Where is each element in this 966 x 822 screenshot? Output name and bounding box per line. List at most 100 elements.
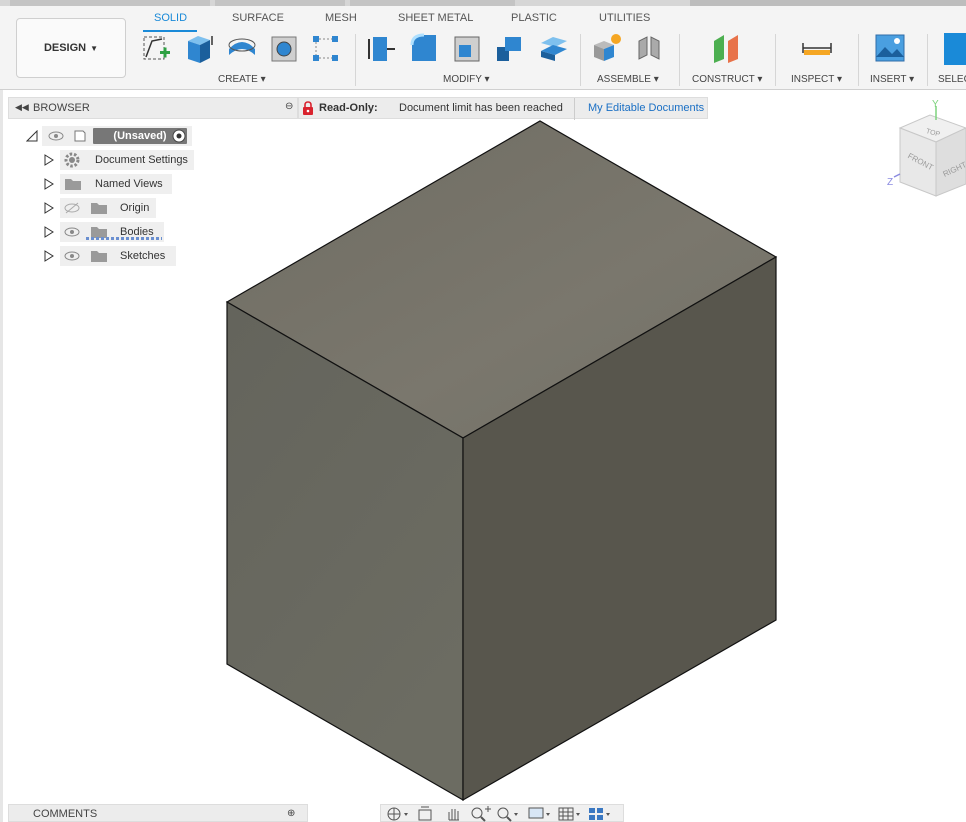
cube-right-face[interactable] <box>462 255 777 802</box>
tab-surface[interactable]: SURFACE <box>232 12 284 24</box>
read-only-banner: Read-Only: Document limit has been reach… <box>298 97 708 120</box>
canvas-viewport[interactable]: TOP FRONT RIGHT Y Z <box>0 0 966 822</box>
comments-panel: COMMENTS ⊕ <box>8 804 308 822</box>
browser-item-label: Named Views <box>95 178 163 190</box>
toolbar-divider <box>858 34 859 86</box>
read-only-label: Read-Only: <box>319 102 378 114</box>
folder-icon <box>90 201 108 218</box>
browser-item-named-views[interactable]: Named Views <box>40 174 180 194</box>
toolbar-divider <box>679 34 680 86</box>
left-edge-track <box>0 90 3 822</box>
browser-item-sketches[interactable]: Sketches <box>40 246 180 266</box>
read-only-message: Document limit has been reached <box>399 102 563 114</box>
assemble-menu-label: ASSEMBLE <box>597 74 651 85</box>
create-menu-label: CREATE <box>218 74 258 85</box>
insert-image-icon[interactable] <box>873 30 907 66</box>
dirty-underline <box>86 237 162 240</box>
modify-menu[interactable]: MODIFY ▾ <box>443 74 490 85</box>
assemble-menu[interactable]: ASSEMBLE ▾ <box>597 74 659 85</box>
toolbar-divider <box>580 34 581 86</box>
new-component-icon[interactable] <box>590 30 624 66</box>
expand-arrow-icon[interactable] <box>44 250 54 265</box>
viewcube[interactable]: TOP FRONT RIGHT Y Z <box>887 99 966 197</box>
press-pull-icon[interactable] <box>365 30 399 66</box>
viewports-icon[interactable] <box>587 806 611 822</box>
toolbar-divider <box>775 34 776 86</box>
browser-item-label: Sketches <box>120 250 166 262</box>
add-comment-icon[interactable]: ⊕ <box>287 808 295 819</box>
visibility-eye-icon[interactable] <box>48 129 64 146</box>
browser-options-icon[interactable]: ⊖ <box>285 101 293 112</box>
activate-radio-icon[interactable] <box>172 129 186 146</box>
expand-arrow-icon[interactable] <box>44 154 54 169</box>
collapse-panel-icon[interactable]: ◀◀ <box>15 102 29 113</box>
grid-settings-icon[interactable] <box>557 806 581 822</box>
browser-item-label: Origin <box>120 202 150 214</box>
browser-item-document-settings[interactable]: Document Settings <box>40 150 200 170</box>
inspect-menu[interactable]: INSPECT ▾ <box>791 74 842 85</box>
offset-face-icon[interactable] <box>537 30 571 66</box>
expand-triangle-icon[interactable] <box>25 129 38 145</box>
navigation-bar <box>380 804 624 822</box>
browser-title: BROWSER <box>33 102 90 114</box>
create-sketch-icon[interactable] <box>140 30 174 66</box>
toolbar-divider <box>355 34 356 86</box>
shell-icon[interactable] <box>451 30 485 66</box>
body-cube[interactable] <box>225 120 778 802</box>
joint-icon[interactable] <box>633 30 667 66</box>
viewcube-front-label: FRONT <box>906 151 935 172</box>
fit-icon[interactable] <box>495 806 519 822</box>
toolbar: DESIGN ▼ SOLID SURFACE MESH SHEET METAL … <box>0 6 966 90</box>
workspace-switcher[interactable]: DESIGN ▼ <box>16 18 126 78</box>
gear-icon <box>64 152 80 171</box>
select-icon[interactable] <box>942 30 966 66</box>
hole-icon[interactable] <box>268 30 302 66</box>
fillet-icon[interactable] <box>408 30 442 66</box>
create-menu[interactable]: CREATE ▾ <box>218 74 266 85</box>
component-icon <box>72 128 88 147</box>
folder-icon <box>90 249 108 266</box>
cube-front-face[interactable] <box>226 300 464 802</box>
look-at-icon[interactable] <box>415 806 439 822</box>
measure-icon[interactable] <box>800 30 834 66</box>
combine-icon[interactable] <box>493 30 527 66</box>
browser-item-bodies[interactable]: Bodies <box>40 222 170 242</box>
toolbar-divider <box>927 34 928 86</box>
expand-arrow-icon[interactable] <box>44 178 54 193</box>
tab-solid[interactable]: SOLID <box>154 12 187 24</box>
tab-utilities[interactable]: UTILITIES <box>599 12 650 24</box>
revolve-icon[interactable] <box>225 30 259 66</box>
browser-header: ◀◀ BROWSER ⊖ <box>8 97 298 119</box>
viewcube-right-label: RIGHT <box>941 160 966 179</box>
pattern-icon[interactable] <box>310 30 344 66</box>
construct-menu-label: CONSTRUCT <box>692 74 755 85</box>
banner-divider <box>574 98 575 120</box>
hidden-eye-icon[interactable] <box>64 201 80 218</box>
y-axis-label: Y <box>932 99 939 110</box>
tab-plastic[interactable]: PLASTIC <box>511 12 557 24</box>
visibility-eye-icon[interactable] <box>64 225 80 242</box>
cube-top-face[interactable] <box>225 120 778 439</box>
tab-mesh[interactable]: MESH <box>325 12 357 24</box>
visibility-eye-icon[interactable] <box>64 249 80 266</box>
z-axis-label: Z <box>887 177 893 188</box>
browser-root[interactable]: (Unsaved) <box>24 126 194 146</box>
zoom-icon[interactable] <box>469 806 493 822</box>
extrude-icon[interactable] <box>182 30 216 66</box>
browser-item-label: Document Settings <box>95 154 188 166</box>
workspace-label: DESIGN <box>43 42 87 54</box>
tab-sheet-metal[interactable]: SHEET METAL <box>398 12 473 24</box>
display-settings-icon[interactable] <box>527 806 551 822</box>
insert-menu[interactable]: INSERT ▾ <box>870 74 914 85</box>
my-editable-documents-link[interactable]: My Editable Documents <box>588 102 704 114</box>
offset-plane-icon[interactable] <box>710 30 744 66</box>
expand-arrow-icon[interactable] <box>44 226 54 241</box>
orbit-icon[interactable] <box>385 806 409 822</box>
expand-arrow-icon[interactable] <box>44 202 54 217</box>
modify-menu-label: MODIFY <box>443 74 482 85</box>
insert-menu-label: INSERT <box>870 74 907 85</box>
select-menu[interactable]: SELEC <box>938 74 966 85</box>
construct-menu[interactable]: CONSTRUCT ▾ <box>692 74 762 85</box>
browser-item-origin[interactable]: Origin <box>40 198 160 218</box>
pan-hand-icon[interactable] <box>443 806 467 822</box>
